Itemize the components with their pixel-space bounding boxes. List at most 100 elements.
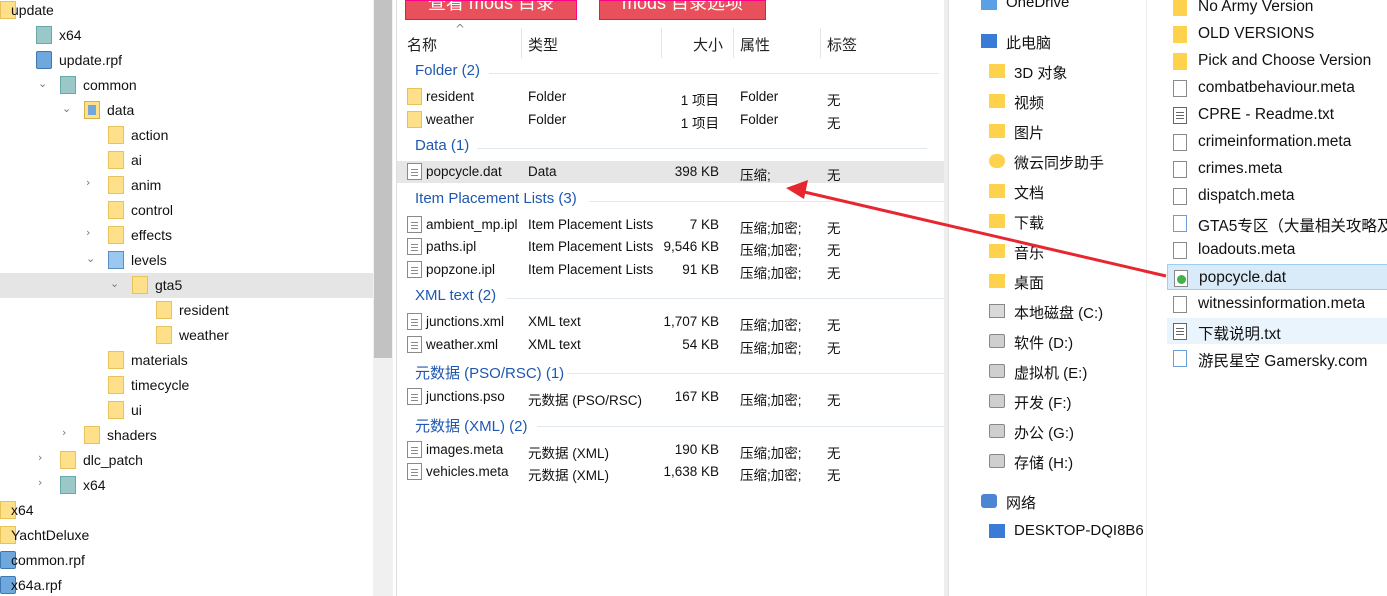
- group-header[interactable]: XML text (2): [415, 287, 496, 304]
- tree-item[interactable]: update: [0, 0, 373, 23]
- nav-item[interactable]: OneDrive: [949, 0, 1147, 18]
- cell-type: Item Placement Lists: [528, 216, 654, 232]
- group-header[interactable]: Folder (2): [415, 62, 480, 79]
- drive-icon: [989, 304, 1005, 318]
- tree-item[interactable]: ai: [0, 148, 373, 173]
- chevron-right-icon[interactable]: ›: [38, 452, 48, 463]
- tree-item[interactable]: ⌄ data: [0, 98, 373, 123]
- nav-item[interactable]: 音乐: [949, 236, 1147, 266]
- tree-item[interactable]: ⌄ gta5: [0, 273, 373, 298]
- column-divider[interactable]: [521, 28, 522, 58]
- file-row[interactable]: junctions.pso 元数据 (PSO/RSC) 167 KB 压缩;加密; 无: [397, 386, 945, 408]
- tree-item[interactable]: x64a.rpf: [0, 573, 373, 596]
- file-item[interactable]: Pick and Choose Version: [1167, 48, 1387, 74]
- file-item[interactable]: 游民星空 Gamersky.com: [1167, 345, 1387, 371]
- file-item[interactable]: CPRE - Readme.txt: [1167, 102, 1387, 128]
- file-row[interactable]: vehicles.meta 元数据 (XML) 1,638 KB 压缩;加密; 无: [397, 461, 945, 483]
- nav-item[interactable]: 视频: [949, 86, 1147, 116]
- file-item[interactable]: 下载说明.txt: [1167, 318, 1387, 344]
- tree-item[interactable]: control: [0, 198, 373, 223]
- file-item[interactable]: No Army Version: [1167, 0, 1387, 20]
- file-item[interactable]: crimeinformation.meta: [1167, 129, 1387, 155]
- chevron-right-icon[interactable]: ›: [62, 427, 72, 438]
- file-item[interactable]: dispatch.meta: [1167, 183, 1387, 209]
- file-item[interactable]: combatbehaviour.meta: [1167, 75, 1387, 101]
- tree-item[interactable]: › effects: [0, 223, 373, 248]
- tree-item[interactable]: weather: [0, 323, 373, 348]
- file-row[interactable]: popcycle.dat Data 398 KB 压缩; 无: [397, 161, 945, 183]
- column-header-type[interactable]: 类型: [528, 34, 558, 64]
- file-row[interactable]: weather Folder 1 项目 Folder 无: [397, 109, 945, 131]
- file-row[interactable]: resident Folder 1 项目 Folder 无: [397, 86, 945, 108]
- tree-item[interactable]: › anim: [0, 173, 373, 198]
- file-item[interactable]: GTA5专区（大量相关攻略及: [1167, 210, 1387, 236]
- tree-item[interactable]: x64: [0, 23, 373, 48]
- nav-item[interactable]: 桌面: [949, 266, 1147, 296]
- group-header[interactable]: Item Placement Lists (3): [415, 190, 577, 207]
- chevron-down-icon[interactable]: ⌄: [38, 78, 48, 89]
- column-divider[interactable]: [733, 28, 734, 58]
- file-item[interactable]: witnessinformation.meta: [1167, 291, 1387, 317]
- column-divider[interactable]: [820, 28, 821, 58]
- tree-item[interactable]: YachtDeluxe: [0, 523, 373, 548]
- nav-item[interactable]: DESKTOP-DQI8B6: [949, 516, 1147, 546]
- nav-item[interactable]: 网络: [949, 486, 1147, 516]
- column-header-size[interactable]: 大小: [693, 34, 723, 64]
- file-item[interactable]: loadouts.meta: [1167, 237, 1387, 263]
- tree-item[interactable]: › shaders: [0, 423, 373, 448]
- tree-item[interactable]: ui: [0, 398, 373, 423]
- chevron-down-icon[interactable]: ⌄: [110, 278, 120, 289]
- nav-item[interactable]: 开发 (F:): [949, 386, 1147, 416]
- nav-item[interactable]: 虚拟机 (E:): [949, 356, 1147, 386]
- chevron-down-icon[interactable]: ⌄: [62, 103, 72, 114]
- mods-folder-options-button[interactable]: mods 目录选项: [599, 0, 767, 20]
- column-header-attributes[interactable]: 属性: [740, 34, 770, 64]
- nav-item[interactable]: 下载: [949, 206, 1147, 236]
- tree-item[interactable]: update.rpf: [0, 48, 373, 73]
- column-header-name[interactable]: 名称: [407, 34, 437, 64]
- chevron-right-icon[interactable]: ›: [86, 227, 96, 238]
- tree-item[interactable]: › dlc_patch: [0, 448, 373, 473]
- file-row[interactable]: popzone.ipl Item Placement Lists 91 KB 压缩;加…: [397, 259, 945, 281]
- file-row[interactable]: images.meta 元数据 (XML) 190 KB 压缩;加密; 无: [397, 439, 945, 461]
- group-header[interactable]: Data (1): [415, 137, 469, 154]
- chevron-right-icon[interactable]: ›: [86, 177, 96, 188]
- nav-item[interactable]: 存储 (H:): [949, 446, 1147, 476]
- column-divider[interactable]: [661, 28, 662, 58]
- tree-item[interactable]: x64: [0, 498, 373, 523]
- tree-item[interactable]: materials: [0, 348, 373, 373]
- group-header[interactable]: 元数据 (PSO/RSC) (1): [415, 362, 564, 383]
- chevron-down-icon[interactable]: ⌄: [86, 253, 96, 264]
- nav-item[interactable]: 本地磁盘 (C:): [949, 296, 1147, 326]
- folder-icon: [84, 101, 100, 119]
- file-item[interactable]: OLD VERSIONS: [1167, 21, 1387, 47]
- nav-item[interactable]: 微云同步助手: [949, 146, 1147, 176]
- tree-item[interactable]: resident: [0, 298, 373, 323]
- tree-item[interactable]: ⌄ common: [0, 73, 373, 98]
- group-header[interactable]: 元数据 (XML) (2): [415, 415, 528, 436]
- file-row[interactable]: paths.ipl Item Placement Lists 9,546 KB 压缩;…: [397, 236, 945, 258]
- chevron-right-icon[interactable]: ›: [38, 477, 48, 488]
- tree-scrollbar-thumb[interactable]: [374, 0, 392, 358]
- tree-item[interactable]: › x64: [0, 473, 373, 498]
- file-item[interactable]: crimes.meta: [1167, 156, 1387, 182]
- column-header-tags[interactable]: 标签: [827, 34, 857, 64]
- tree-item[interactable]: ⌄ levels: [0, 248, 373, 273]
- nav-item[interactable]: 此电脑: [949, 26, 1147, 56]
- nav-item[interactable]: 文档: [949, 176, 1147, 206]
- file-row[interactable]: weather.xml XML text 54 KB 压缩;加密; 无: [397, 334, 945, 356]
- file-item[interactable]: popcycle.dat: [1167, 264, 1387, 290]
- nav-item[interactable]: 图片: [949, 116, 1147, 146]
- tree-item-label: materials: [131, 352, 188, 368]
- nav-item-label: 桌面: [1014, 275, 1045, 292]
- cell-type: Folder: [528, 111, 567, 127]
- nav-item[interactable]: 3D 对象: [949, 56, 1147, 86]
- tree-item[interactable]: action: [0, 123, 373, 148]
- view-mods-folder-button[interactable]: 查看 mods 目录: [405, 0, 578, 20]
- file-row[interactable]: junctions.xml XML text 1,707 KB 压缩;加密; 无: [397, 311, 945, 333]
- tree-item[interactable]: common.rpf: [0, 548, 373, 573]
- nav-item[interactable]: 软件 (D:): [949, 326, 1147, 356]
- tree-item[interactable]: timecycle: [0, 373, 373, 398]
- file-row[interactable]: ambient_mp.ipl Item Placement Lists 7 KB 压缩…: [397, 214, 945, 236]
- nav-item[interactable]: 办公 (G:): [949, 416, 1147, 446]
